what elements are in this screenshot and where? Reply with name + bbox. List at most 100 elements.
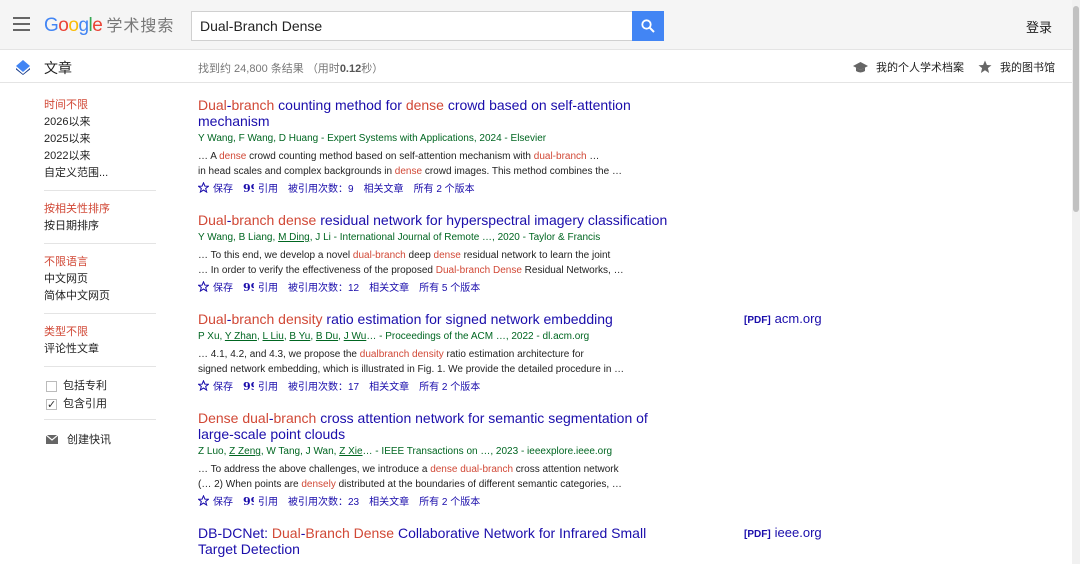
author-link[interactable]: M Ding (278, 232, 310, 243)
cited-by-link[interactable]: 被引用次数：23 (288, 493, 359, 508)
login-link[interactable]: 登录 (1026, 17, 1052, 36)
graduation-cap-icon (853, 61, 868, 72)
result-item: Dense dual-branch cross attention networ… (198, 410, 838, 508)
author-link[interactable]: B Du (316, 331, 338, 342)
articles-icon (16, 60, 30, 75)
related-articles-link[interactable]: 相关文章 (369, 279, 409, 294)
type-filter-group: 类型不限 评论性文章 (44, 324, 156, 367)
related-articles-link[interactable]: 相关文章 (364, 180, 404, 195)
include-patents-checkbox[interactable]: 包括专利 (44, 377, 156, 395)
result-authors: P Xu, Y Zhan, L Liu, B Yu, B Du, J Wu… -… (198, 331, 590, 342)
star-icon (978, 60, 992, 73)
result-title-link[interactable]: Dense dual-branch cross attention networ… (198, 410, 673, 442)
cited-by-link[interactable]: 被引用次数：12 (288, 279, 359, 294)
my-profile-link[interactable]: 我的个人学术档案 (853, 59, 964, 75)
author-link[interactable]: Z Zeng (229, 446, 261, 457)
save-button[interactable]: 保存 (198, 180, 233, 195)
author-link[interactable]: Y Zhan (225, 331, 257, 342)
result-snippet: … A dense crowd counting method based on… (198, 151, 622, 177)
result-item: DB-DCNet: Dual-Branch Dense Collaborativ… (198, 525, 838, 557)
filter-chinese-pages[interactable]: 中文网页 (44, 271, 156, 288)
save-button[interactable]: 保存 (198, 493, 233, 508)
filter-review-articles[interactable]: 评论性文章 (44, 341, 156, 358)
related-articles-link[interactable]: 相关文章 (369, 493, 409, 508)
filter-any-type[interactable]: 类型不限 (44, 324, 156, 341)
filter-simplified-chinese-pages[interactable]: 简体中文网页 (44, 288, 156, 305)
related-articles-link[interactable]: 相关文章 (369, 378, 409, 393)
top-header: Google学术搜索 登录 (0, 0, 1072, 50)
result-actions: 保存 99引用 被引用次数：12 相关文章 所有 5 个版本 (198, 279, 838, 294)
scrollbar-thumb[interactable] (1073, 6, 1079, 212)
save-button[interactable]: 保存 (198, 378, 233, 393)
author-link[interactable]: Z Xie (339, 446, 362, 457)
author-link[interactable]: J Wu (344, 331, 367, 342)
star-outline-icon (198, 281, 209, 292)
result-title-link[interactable]: Dual-branch density ratio estimation for… (198, 311, 673, 327)
result-actions: 保存 99引用 被引用次数：17 相关文章 所有 2 个版本 (198, 378, 838, 393)
result-actions: 保存 99引用 被引用次数：9 相关文章 所有 2 个版本 (198, 180, 838, 195)
filter-since-2022[interactable]: 2022以来 (44, 148, 156, 165)
result-authors: Y Wang, F Wang, D Huang - Expert Systems… (198, 133, 547, 144)
sort-by-relevance[interactable]: 按相关性排序 (44, 201, 156, 218)
include-options-group: 包括专利 包含引用 (44, 377, 156, 420)
all-versions-link[interactable]: 所有 2 个版本 (419, 493, 480, 508)
svg-text:99: 99 (243, 381, 254, 390)
filter-since-2025[interactable]: 2025以来 (44, 131, 156, 148)
quote-icon: 99 (243, 381, 254, 390)
pdf-link[interactable]: [PDF] acm.org (744, 311, 822, 326)
search-button[interactable] (632, 11, 664, 41)
quote-icon: 99 (243, 282, 254, 291)
my-library-link[interactable]: 我的图书馆 (978, 59, 1055, 75)
cite-button[interactable]: 99引用 (243, 378, 278, 393)
filter-custom-range[interactable]: 自定义范围... (44, 165, 156, 182)
result-snippet: … To address the above challenges, we in… (198, 464, 622, 490)
cited-by-link[interactable]: 被引用次数：9 (288, 180, 354, 195)
quote-icon: 99 (243, 496, 254, 505)
all-versions-link[interactable]: 所有 5 个版本 (419, 279, 480, 294)
result-authors: Y Wang, B Liang, M Ding, J Li - Internat… (198, 232, 601, 243)
pdf-link[interactable]: [PDF] ieee.org (744, 525, 822, 540)
filter-any-language[interactable]: 不限语言 (44, 254, 156, 271)
star-outline-icon (198, 182, 209, 193)
envelope-icon (46, 434, 58, 444)
sort-by-date[interactable]: 按日期排序 (44, 218, 156, 235)
time-filter-group: 时间不限 2026以来 2025以来 2022以来 自定义范围... (44, 97, 156, 191)
star-outline-icon (198, 495, 209, 506)
result-title-link[interactable]: Dual-branch dense residual network for h… (198, 212, 673, 228)
filter-any-time[interactable]: 时间不限 (44, 97, 156, 114)
result-stats: 找到约 24,800 条结果 （用时0.12秒） (198, 63, 384, 75)
all-versions-link[interactable]: 所有 2 个版本 (419, 378, 480, 393)
quote-icon: 99 (243, 183, 254, 192)
google-scholar-logo[interactable]: Google 学术搜索 (44, 12, 174, 37)
sub-header: 文章 找到约 24,800 条结果 （用时0.12秒） 我的个人学术档案 我的图… (0, 50, 1072, 83)
cited-by-link[interactable]: 被引用次数：17 (288, 378, 359, 393)
search-input[interactable] (191, 11, 633, 41)
result-authors: Z Luo, Z Zeng, W Tang, J Wan, Z Xie… - I… (198, 446, 613, 457)
author-link[interactable]: B Yu (289, 331, 310, 342)
result-title-link[interactable]: DB-DCNet: Dual-Branch Dense Collaborativ… (198, 525, 673, 557)
cite-button[interactable]: 99引用 (243, 180, 278, 195)
result-item: Dual-branch counting method for dense cr… (198, 97, 838, 195)
result-snippet: … To this end, we develop a novel dual-b… (198, 250, 624, 276)
filter-since-2026[interactable]: 2026以来 (44, 114, 156, 131)
author-link[interactable]: L Liu (263, 331, 284, 342)
language-filter-group: 不限语言 中文网页 简体中文网页 (44, 254, 156, 314)
cite-button[interactable]: 99引用 (243, 493, 278, 508)
create-alert-link[interactable]: 创建快讯 (44, 430, 156, 448)
search-icon (641, 19, 655, 33)
result-title-link[interactable]: Dual-branch counting method for dense cr… (198, 97, 673, 129)
svg-text:99: 99 (243, 496, 254, 505)
cite-button[interactable]: 99引用 (243, 279, 278, 294)
page-scrollbar[interactable] (1072, 0, 1080, 564)
hamburger-menu-icon[interactable] (13, 17, 30, 31)
result-item: Dual-branch density ratio estimation for… (198, 311, 838, 393)
star-outline-icon (198, 380, 209, 391)
all-versions-link[interactable]: 所有 2 个版本 (414, 180, 475, 195)
search-results: Dual-branch counting method for dense cr… (198, 97, 838, 564)
svg-text:99: 99 (243, 183, 254, 192)
result-snippet: … 4.1, 4.2, and 4.3, we propose the dual… (198, 349, 625, 375)
save-button[interactable]: 保存 (198, 279, 233, 294)
include-citations-checkbox[interactable]: 包含引用 (44, 395, 156, 414)
svg-text:99: 99 (243, 282, 254, 291)
result-actions: 保存 99引用 被引用次数：23 相关文章 所有 2 个版本 (198, 493, 838, 508)
